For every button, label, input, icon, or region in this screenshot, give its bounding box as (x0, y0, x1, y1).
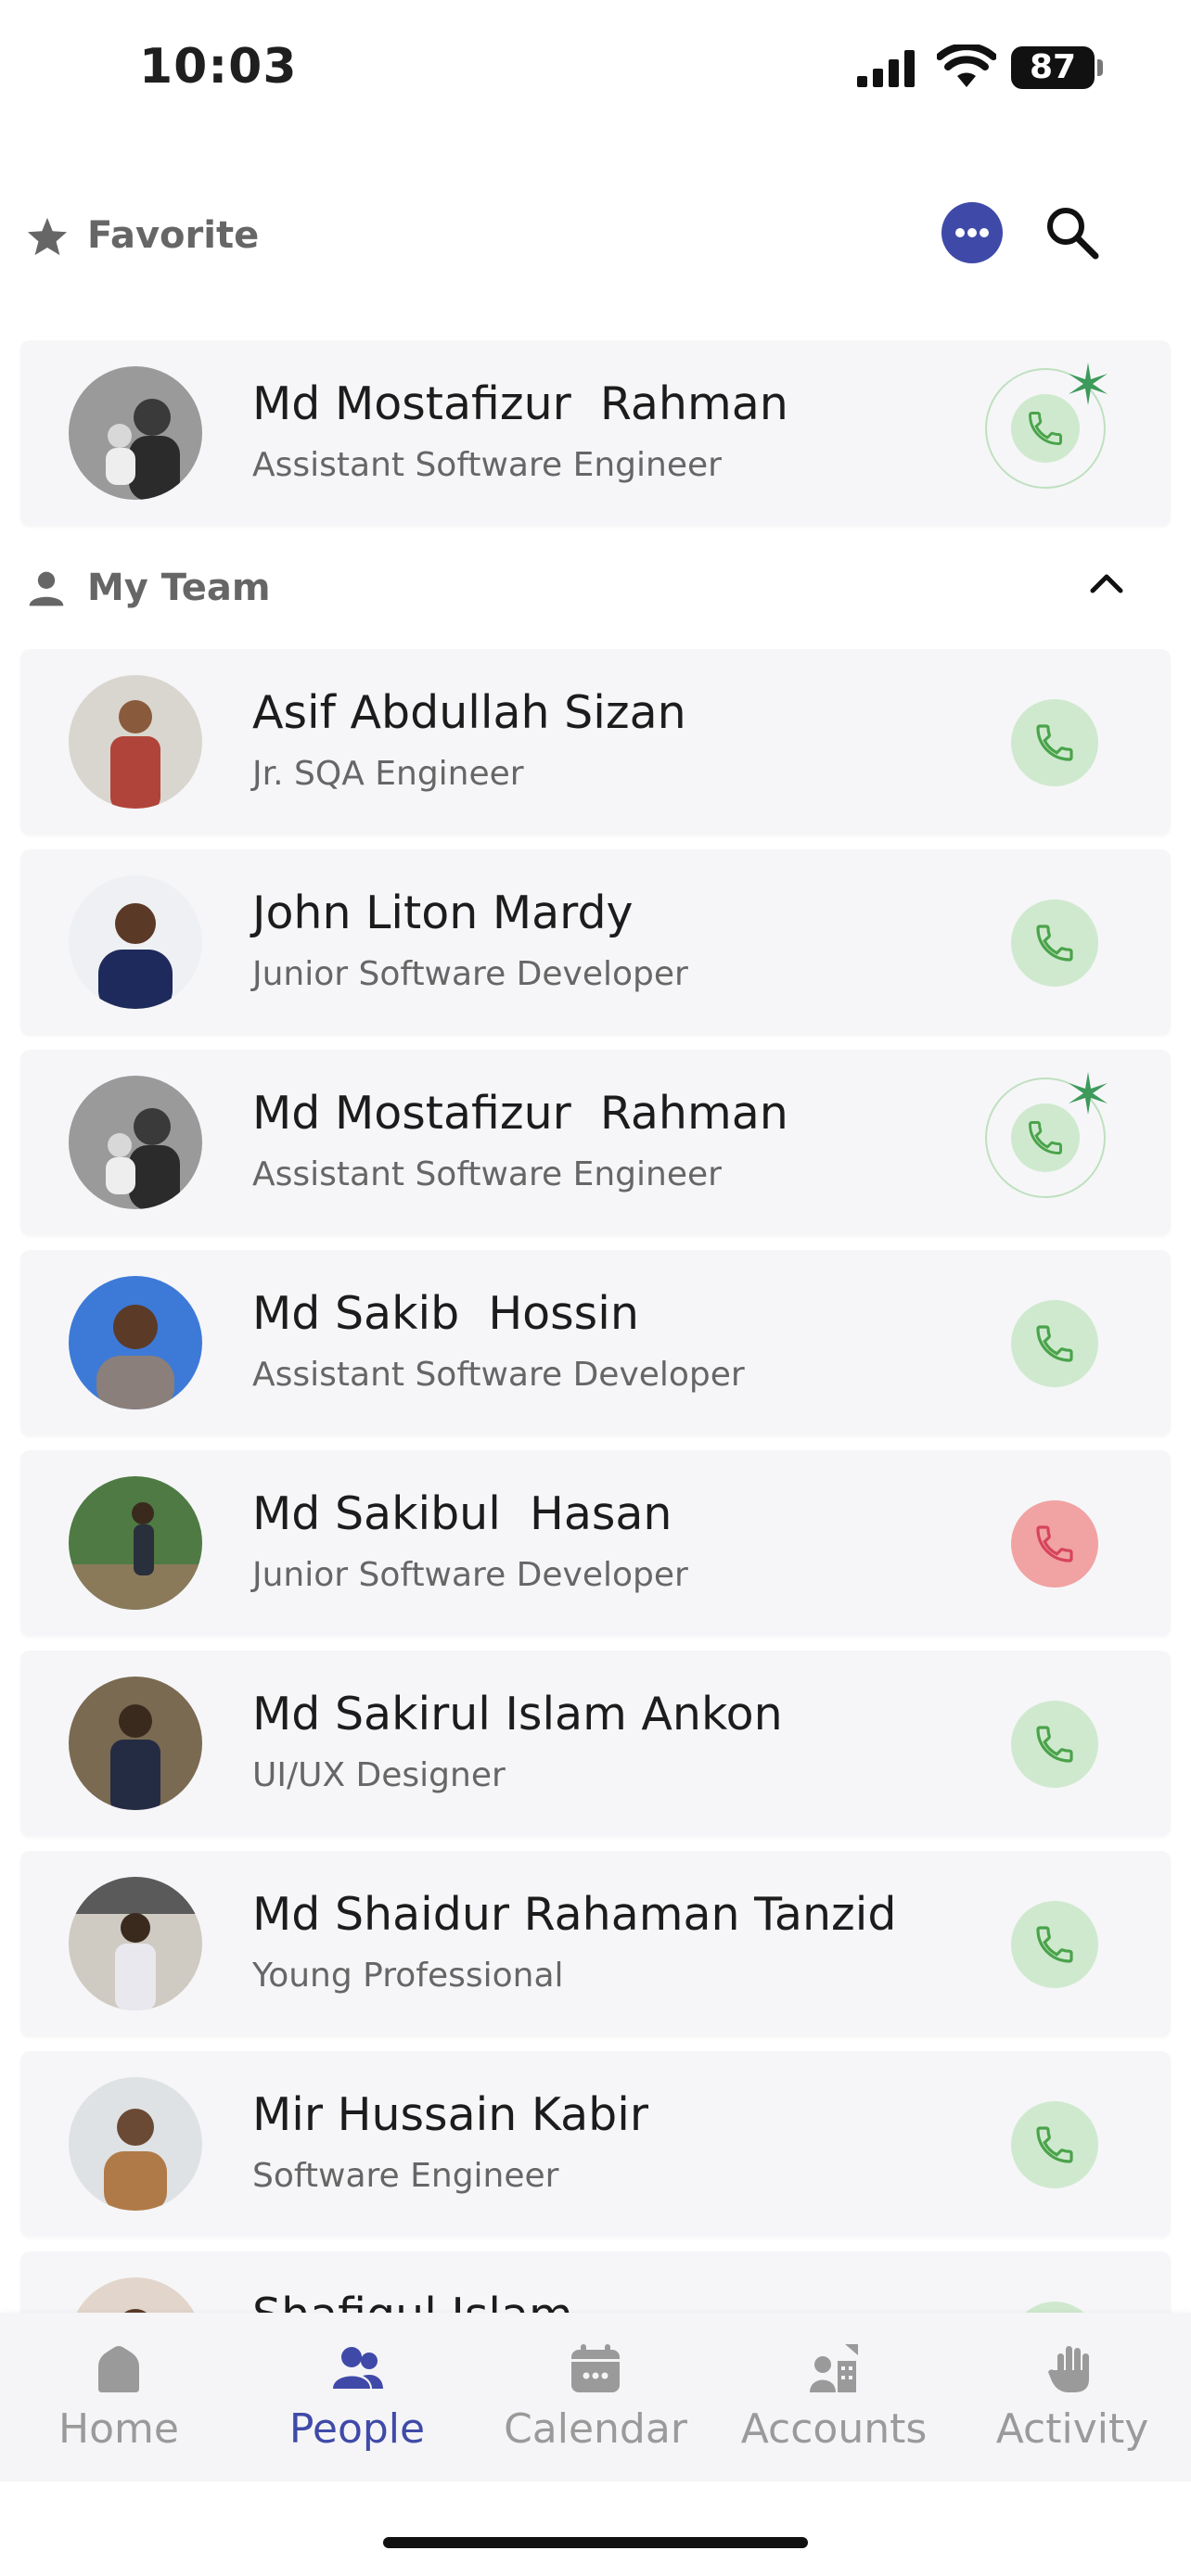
person-icon (29, 571, 64, 606)
status-time: 10:03 (139, 39, 298, 95)
people-icon (333, 2347, 383, 2389)
avatar (69, 1276, 202, 1409)
phone-icon (1029, 1121, 1062, 1154)
avatar (69, 1476, 202, 1610)
person-name: Md Sakibul Hasan (252, 1487, 672, 1540)
favorite-person-card[interactable]: Md Mostafizur Rahman Assistant Software … (20, 340, 1171, 526)
phone-icon (1036, 1726, 1073, 1763)
tab-activity[interactable]: Activity (954, 2313, 1191, 2481)
person-name: Md Mostafizur Rahman (252, 1087, 788, 1140)
tab-label: People (288, 2405, 426, 2453)
team-person-card[interactable]: Mir Hussain Kabir Software Engineer (20, 2051, 1171, 2237)
team-person-card[interactable]: Asif Abdullah Sizan Jr. SQA Engineer (20, 649, 1171, 835)
avatar (69, 1677, 202, 1810)
person-role: Young Professional (252, 1957, 564, 1995)
sparkle-icon (1069, 1072, 1108, 1115)
tab-label: Accounts (740, 2405, 928, 2453)
call-button[interactable] (1011, 899, 1098, 987)
tab-calendar[interactable]: Calendar (477, 2313, 714, 2481)
cellular-signal-icon (857, 50, 915, 87)
person-role: Assistant Software Engineer (252, 446, 722, 484)
phone-icon (1029, 412, 1062, 445)
chat-icon (955, 228, 989, 237)
team-person-card[interactable]: Md Sakirul Islam Ankon UI/UX Designer (20, 1651, 1171, 1836)
favorite-title: Favorite (87, 214, 260, 257)
person-name: Md Mostafizur Rahman (252, 377, 788, 430)
home-indicator (383, 2537, 808, 2548)
status-bar: 10:03 87 (0, 0, 1191, 139)
tab-home[interactable]: Home (0, 2313, 237, 2481)
phone-icon (1036, 1525, 1073, 1562)
my-team-header[interactable]: My Team (0, 550, 1191, 624)
battery-indicator: 87 (1011, 46, 1095, 89)
call-button[interactable] (1011, 2101, 1098, 2188)
team-person-card[interactable]: John Liton Mardy Junior Software Develop… (20, 849, 1171, 1035)
star-icon (27, 217, 68, 256)
tab-label: Home (58, 2405, 179, 2453)
person-name: Md Shaidur Rahaman Tanzid (252, 1888, 897, 1941)
sparkle-icon (1069, 363, 1108, 405)
person-role: Junior Software Developer (252, 955, 688, 993)
call-button[interactable] (1011, 699, 1098, 786)
person-name: Asif Abdullah Sizan (252, 686, 686, 739)
avatar (69, 2077, 202, 2211)
search-icon[interactable] (1044, 204, 1101, 261)
person-name: Md Sakirul Islam Ankon (252, 1688, 783, 1741)
person-role: Junior Software Developer (252, 1556, 688, 1594)
avatar (69, 1877, 202, 2010)
avatar (69, 875, 202, 1009)
team-person-card[interactable]: Md Sakib Hossin Assistant Software Devel… (20, 1250, 1171, 1435)
battery-nub (1097, 59, 1103, 76)
person-role: Jr. SQA Engineer (252, 755, 524, 793)
person-role: Software Engineer (252, 2157, 559, 2195)
bottom-tab-bar: Home People Calendar Accounts Activity (0, 2313, 1191, 2481)
phone-icon (1036, 925, 1073, 962)
accounts-icon (810, 2344, 858, 2392)
call-button[interactable] (1011, 1901, 1098, 1988)
tab-accounts[interactable]: Accounts (715, 2313, 953, 2481)
team-person-card[interactable]: Md Mostafizur Rahman Assistant Software … (20, 1050, 1171, 1235)
avatar (69, 675, 202, 809)
person-role: Assistant Software Developer (252, 1356, 745, 1394)
call-button-active[interactable] (985, 363, 1108, 489)
team-person-card[interactable]: Md Sakibul Hasan Junior Software Develop… (20, 1450, 1171, 1636)
call-button[interactable] (1011, 1701, 1098, 1788)
call-button-busy[interactable] (1011, 1500, 1098, 1588)
avatar (69, 366, 202, 500)
team-person-card[interactable]: Md Shaidur Rahaman Tanzid Young Professi… (20, 1851, 1171, 2036)
tab-label: Activity (995, 2405, 1149, 2453)
wifi-icon (937, 45, 996, 87)
phone-icon (1036, 1926, 1073, 1963)
tab-people[interactable]: People (238, 2313, 476, 2481)
favorite-header: Favorite (0, 198, 1191, 272)
tab-label: Calendar (504, 2405, 687, 2453)
person-name: Md Sakib Hossin (252, 1287, 639, 1340)
phone-icon (1036, 724, 1073, 761)
phone-icon (1036, 1325, 1073, 1362)
home-icon (98, 2346, 139, 2392)
my-team-title: My Team (87, 567, 271, 609)
hand-icon (1048, 2346, 1089, 2392)
calendar-icon (571, 2344, 620, 2392)
call-button-active[interactable] (985, 1072, 1108, 1198)
person-name: Mir Hussain Kabir (252, 2088, 649, 2141)
avatar (69, 1076, 202, 1209)
call-button[interactable] (1011, 1300, 1098, 1387)
person-role: Assistant Software Engineer (252, 1155, 722, 1193)
phone-icon (1036, 2126, 1073, 2163)
person-name: John Liton Mardy (252, 886, 634, 939)
person-role: UI/UX Designer (252, 1756, 506, 1794)
chevron-up-icon[interactable] (1085, 561, 1128, 604)
chat-button[interactable] (941, 202, 1003, 263)
